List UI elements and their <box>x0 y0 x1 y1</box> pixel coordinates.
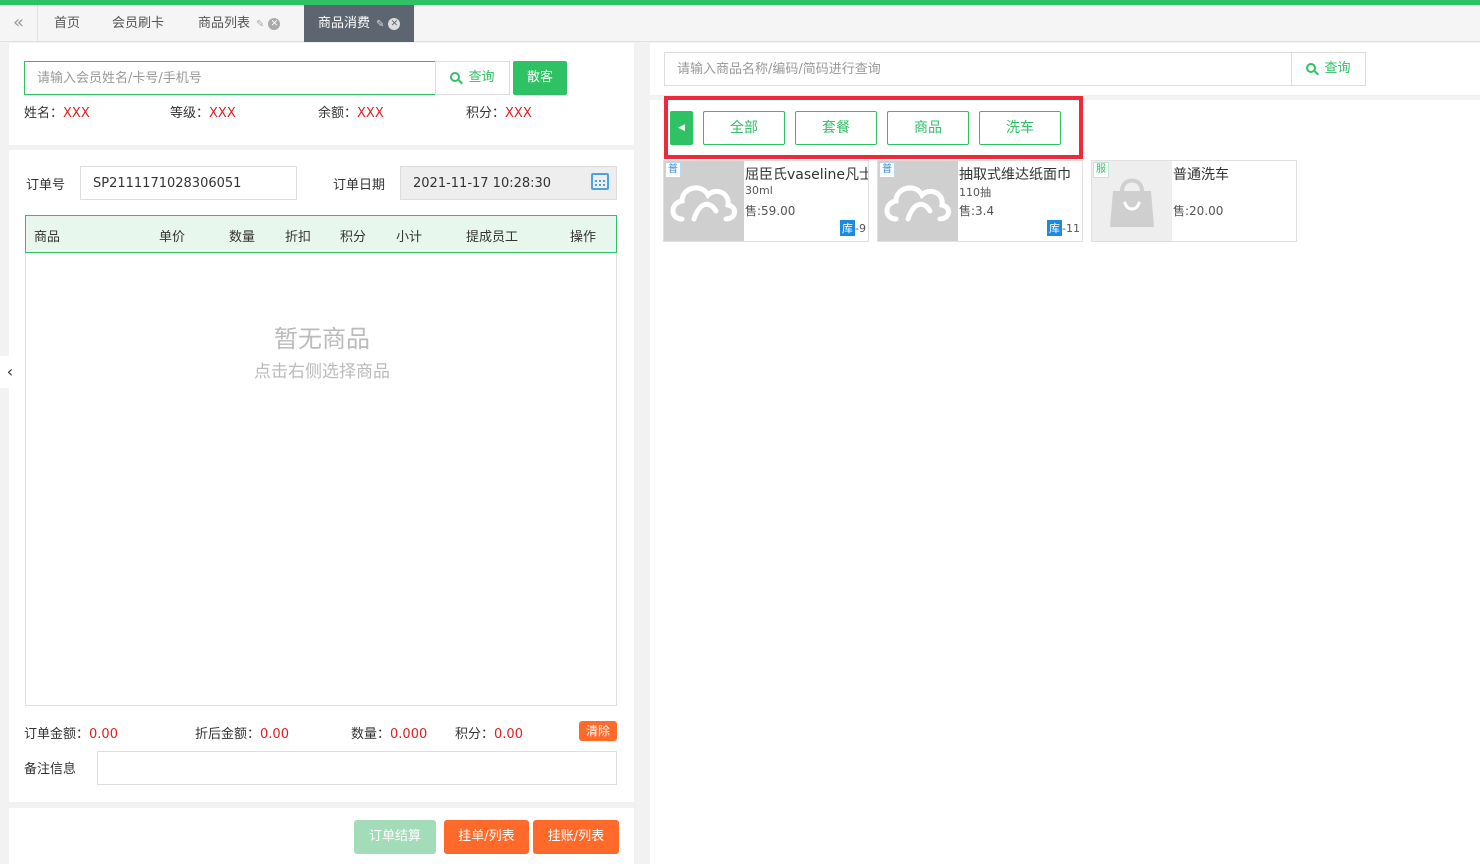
quantity-label: 数量： <box>351 727 391 742</box>
member-name-label: 姓名： <box>24 106 64 121</box>
tab-label: 首页 <box>54 16 81 31</box>
search-icon <box>1306 63 1317 73</box>
product-name: 抽取式维达纸面巾 <box>959 167 1071 183</box>
close-icon[interactable]: ✕ <box>388 17 401 30</box>
column-header: 积分 <box>340 230 367 245</box>
remark-input[interactable] <box>97 751 617 785</box>
tab-bar: « 首页 会员刷卡 商品列表 ✎ ✕ 商品消费 ✎ ✕ <box>0 5 1480 42</box>
points-value: 0.00 <box>494 727 523 742</box>
product-name: 普通洗车 <box>1173 167 1229 183</box>
collapse-left-icon[interactable]: ‹ <box>0 356 20 388</box>
member-level-label: 等级： <box>170 106 210 121</box>
quantity-total: 数量：0.000 <box>351 723 427 742</box>
tab-product-consume[interactable]: 商品消费 ✎ ✕ <box>304 5 415 42</box>
hang-order-button[interactable]: 挂单/列表 <box>444 820 529 854</box>
product-spec: 110抽 <box>959 186 991 199</box>
column-header: 单价 <box>159 230 186 245</box>
member-balance: 余额：XXX <box>318 102 384 121</box>
discount-amount-label: 折后金额： <box>195 727 261 742</box>
tab-home[interactable]: 首页 <box>54 5 80 42</box>
points-total: 积分：0.00 <box>455 723 523 742</box>
product-type-badge: 普 <box>665 162 681 178</box>
member-points-value: XXX <box>505 106 532 121</box>
stock-value: -9 <box>855 222 866 235</box>
points-label: 积分： <box>455 727 495 742</box>
stock-label: 库 <box>840 220 856 236</box>
clear-button[interactable]: 清除 <box>579 721 617 741</box>
product-price: 售:20.00 <box>1173 204 1224 218</box>
order-date-field[interactable] <box>400 166 617 200</box>
product-price: 售:3.4 <box>959 204 995 218</box>
column-header: 提成员工 <box>466 230 519 245</box>
member-search-button[interactable]: 查询 <box>435 61 510 95</box>
highlight-box <box>664 96 1083 159</box>
product-search-button[interactable]: 查询 <box>1291 52 1366 86</box>
product-price: 售:59.00 <box>745 204 796 218</box>
tabs-scroll-left-icon[interactable]: « <box>0 5 38 42</box>
tab-member-card[interactable]: 会员刷卡 <box>112 5 164 42</box>
calendar-icon[interactable] <box>591 173 609 190</box>
product-search-input[interactable] <box>664 52 1292 86</box>
tab-label: 商品消费 <box>318 16 371 31</box>
quantity-value: 0.000 <box>390 727 428 742</box>
checkout-button[interactable]: 订单结算 <box>354 820 436 854</box>
search-icon <box>450 72 461 82</box>
hang-account-button[interactable]: 挂账/列表 <box>533 820 619 854</box>
product-spec: 30ml <box>745 184 773 197</box>
member-balance-value: XXX <box>357 106 384 121</box>
column-header: 折扣 <box>285 230 312 245</box>
member-points: 积分：XXX <box>466 102 532 121</box>
order-table-body: 暂无商品 点击右侧选择商品 <box>25 253 617 706</box>
column-header: 操作 <box>570 230 597 245</box>
member-name: 姓名：XXX <box>24 102 90 121</box>
order-amount-label: 订单金额： <box>24 727 90 742</box>
column-header: 商品 <box>34 230 61 245</box>
product-type-badge: 普 <box>879 162 895 178</box>
product-stock: 库 -11 <box>1047 220 1080 236</box>
remark-label: 备注信息 <box>24 762 77 777</box>
tab-label: 商品列表 <box>198 16 251 31</box>
tab-label: 会员刷卡 <box>112 16 165 31</box>
empty-title: 暂无商品 <box>274 325 370 353</box>
tab-product-list[interactable]: 商品列表 ✎ ✕ <box>198 5 281 42</box>
order-date-label: 订单日期 <box>333 178 386 193</box>
guest-button[interactable]: 散客 <box>513 61 567 95</box>
column-header: 数量 <box>229 230 256 245</box>
stock-label: 库 <box>1047 220 1063 236</box>
product-name: 屈臣氏vaseline凡士林 <box>745 167 868 183</box>
product-stock: 库 -9 <box>840 220 866 236</box>
member-level: 等级：XXX <box>170 102 236 121</box>
order-table-header: 商品 单价 数量 折扣 积分 小计 提成员工 操作 <box>25 215 617 253</box>
product-card[interactable]: 普 屈臣氏vaseline凡士林 30ml 售:59.00 库-9 <box>663 160 869 242</box>
search-label: 查询 <box>468 70 495 85</box>
order-number-field[interactable] <box>80 166 297 200</box>
search-label: 查询 <box>1324 61 1351 76</box>
member-level-value: XXX <box>209 106 236 121</box>
product-card[interactable]: 服 普通洗车 售:20.00 <box>1091 160 1297 242</box>
member-points-label: 积分： <box>466 106 506 121</box>
member-search-input[interactable] <box>24 61 436 95</box>
pin-icon[interactable]: ✎ <box>256 19 264 30</box>
order-amount-value: 0.00 <box>89 727 118 742</box>
column-header: 小计 <box>396 230 423 245</box>
stock-value: -11 <box>1062 222 1080 235</box>
product-card[interactable]: 普 抽取式维达纸面巾 110抽 售:3.4 库 -11 <box>877 160 1083 242</box>
member-balance-label: 余额： <box>318 106 358 121</box>
empty-subtitle: 点击右侧选择商品 <box>254 362 390 382</box>
discount-amount-value: 0.00 <box>260 727 289 742</box>
pin-icon[interactable]: ✎ <box>376 19 384 30</box>
order-number-label: 订单号 <box>26 178 66 193</box>
member-name-value: XXX <box>63 106 90 121</box>
product-type-badge: 服 <box>1093 162 1109 178</box>
order-amount: 订单金额：0.00 <box>24 723 118 742</box>
discount-amount: 折后金额：0.00 <box>195 723 289 742</box>
close-icon[interactable]: ✕ <box>268 17 281 30</box>
